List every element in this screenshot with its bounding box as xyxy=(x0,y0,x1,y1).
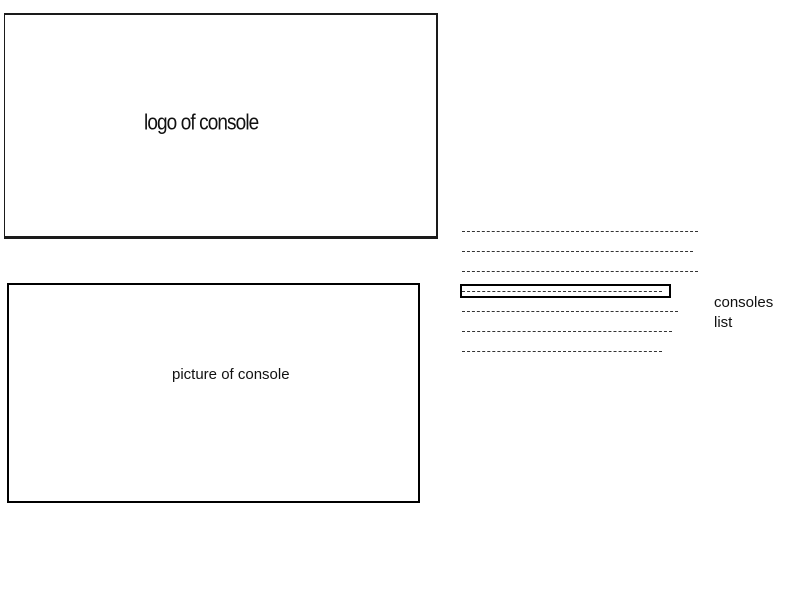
logo-placeholder-label: logo of console xyxy=(144,111,259,136)
consoles-list-label-line: consoles xyxy=(714,294,774,311)
list-item[interactable] xyxy=(460,222,710,242)
list-item[interactable] xyxy=(460,342,710,362)
console-logo-placeholder: logo of console xyxy=(4,13,438,239)
consoles-list-label-line: list xyxy=(714,314,733,331)
list-item[interactable] xyxy=(460,242,710,262)
list-item[interactable] xyxy=(460,322,710,342)
picture-placeholder-label: picture of console xyxy=(172,366,290,383)
list-item-selected[interactable] xyxy=(460,282,710,302)
consoles-list-label: consoles list xyxy=(714,293,773,333)
console-picture-placeholder: picture of console xyxy=(7,283,420,503)
consoles-list xyxy=(460,222,710,362)
list-item[interactable] xyxy=(460,262,710,282)
list-item[interactable] xyxy=(460,302,710,322)
